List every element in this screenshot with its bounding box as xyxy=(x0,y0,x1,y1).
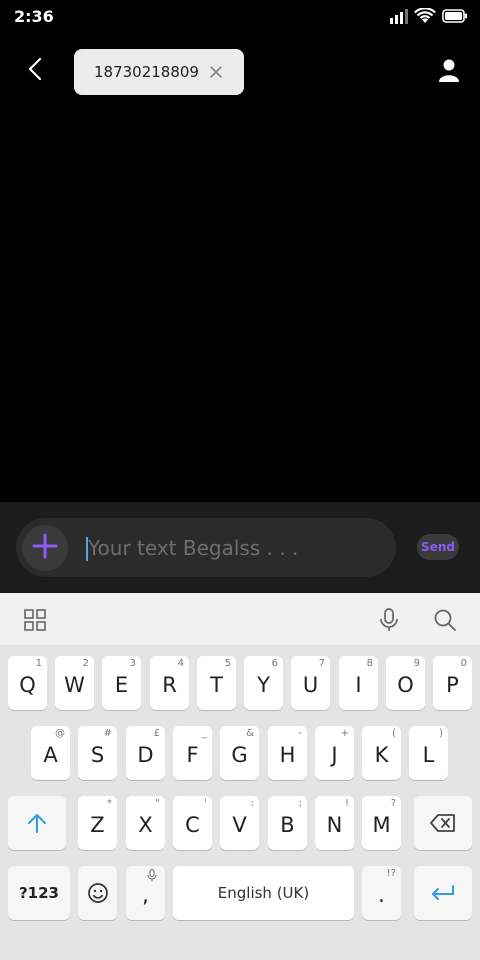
compose-field xyxy=(16,518,396,577)
key-o[interactable]: 9O xyxy=(386,656,425,710)
apps-button[interactable] xyxy=(20,605,50,635)
message-input[interactable] xyxy=(88,532,378,564)
status-icons xyxy=(390,7,468,29)
close-icon xyxy=(210,66,222,78)
comma-key[interactable]: , xyxy=(126,866,165,920)
status-bar: 2:36 xyxy=(0,0,480,34)
signal-icon xyxy=(390,8,408,29)
plus-icon xyxy=(32,533,58,564)
key-i[interactable]: 8I xyxy=(339,656,378,710)
send-button[interactable]: Send xyxy=(417,534,459,560)
key-r[interactable]: 4R xyxy=(150,656,189,710)
keyboard: 1Q 2W 3E 4R 5T 6Y 7U 8I 9O 0P @ A # S £ D _… xyxy=(0,645,480,960)
shift-icon xyxy=(28,814,46,833)
enter-key[interactable] xyxy=(414,866,472,920)
attach-button[interactable] xyxy=(22,525,68,571)
message-list[interactable] xyxy=(0,110,480,502)
keyboard-search-button[interactable] xyxy=(430,605,460,635)
keyboard-toolbar xyxy=(0,593,480,645)
wifi-icon xyxy=(414,7,436,29)
key-d[interactable]: £ D xyxy=(126,726,165,780)
contact-icon xyxy=(439,58,459,87)
key-g[interactable]: & G xyxy=(220,726,259,780)
key-z[interactable]: * Z xyxy=(78,796,117,850)
key-e[interactable]: 3E xyxy=(102,656,141,710)
key-u[interactable]: 7U xyxy=(291,656,330,710)
key-p[interactable]: 0P xyxy=(433,656,472,710)
grid-icon xyxy=(24,609,46,631)
key-v[interactable]: :V xyxy=(220,796,259,850)
recipient-chip[interactable]: 18730218809 xyxy=(74,49,244,95)
key-w[interactable]: 2W xyxy=(55,656,94,710)
key-x[interactable]: " X xyxy=(126,796,165,850)
shift-key[interactable] xyxy=(8,796,66,850)
status-time: 2:36 xyxy=(14,7,54,26)
backspace-icon xyxy=(430,814,455,832)
back-icon xyxy=(28,57,42,86)
key-b[interactable]: ; B xyxy=(268,796,307,850)
key-n[interactable]: ! N xyxy=(315,796,354,850)
backspace-key[interactable] xyxy=(414,796,472,850)
top-bar: 18730218809 xyxy=(0,34,480,110)
space-key[interactable]: English (UK) xyxy=(173,866,354,920)
key-h[interactable]: -H xyxy=(268,726,307,780)
key-q[interactable]: 1Q xyxy=(8,656,47,710)
symbols-key[interactable]: ?123 xyxy=(8,866,70,920)
key-j[interactable]: + J xyxy=(315,726,354,780)
key-l[interactable]: ) L xyxy=(409,726,448,780)
compose-bar: Send xyxy=(0,502,480,593)
key-c[interactable]: ' C xyxy=(173,796,212,850)
battery-icon xyxy=(442,9,468,28)
mic-icon xyxy=(380,608,398,631)
period-key[interactable]: !?. xyxy=(362,866,401,920)
comma-mic-icon xyxy=(147,868,157,885)
key-y[interactable]: 6Y xyxy=(244,656,283,710)
emoji-key[interactable] xyxy=(78,866,117,920)
key-a[interactable]: @ A xyxy=(31,726,70,780)
key-k[interactable]: (K xyxy=(362,726,401,780)
key-t[interactable]: 5T xyxy=(197,656,236,710)
key-m[interactable]: ? M xyxy=(362,796,401,850)
key-s[interactable]: # S xyxy=(78,726,117,780)
contact-button[interactable] xyxy=(434,56,464,88)
back-button[interactable] xyxy=(18,54,52,88)
remove-recipient-button[interactable] xyxy=(206,62,226,82)
emoji-icon xyxy=(87,883,108,903)
recipient-number: 18730218809 xyxy=(94,63,199,81)
search-icon xyxy=(434,609,456,631)
key-f[interactable]: _ F xyxy=(173,726,212,780)
voice-input-button[interactable] xyxy=(374,605,404,635)
enter-icon xyxy=(432,885,454,900)
